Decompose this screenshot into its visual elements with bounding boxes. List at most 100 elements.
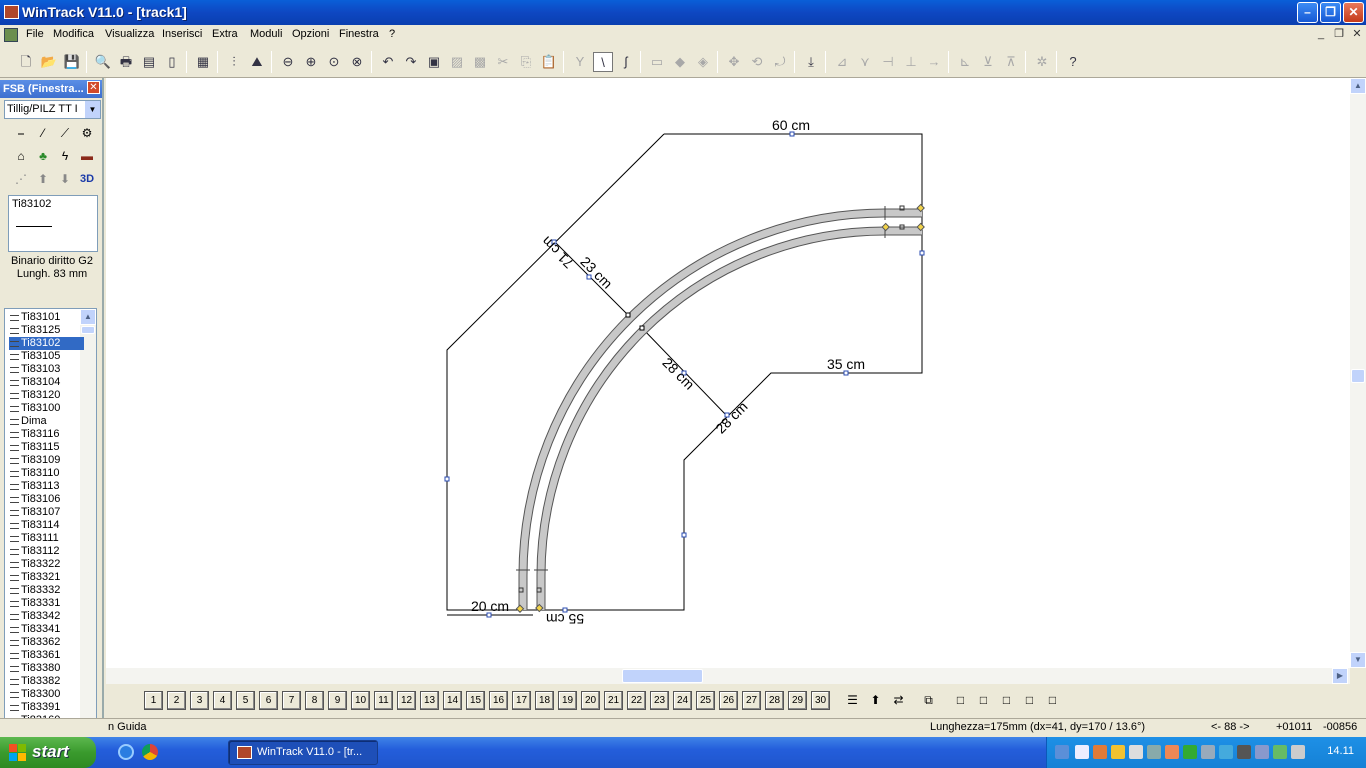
level-up-icon[interactable]: ⬆ [866,691,885,710]
level-button[interactable]: 13 [420,691,439,710]
list-item[interactable]: Ti83341 [9,623,84,636]
print-preview-icon[interactable]: 🔍 [93,52,113,72]
level-button[interactable]: 9 [328,691,347,710]
tray-app-icon[interactable] [1093,745,1107,759]
list-item[interactable]: Ti83101 [9,311,84,324]
level-button[interactable]: 4 [213,691,232,710]
vertical-scroll-thumb[interactable] [1351,369,1365,383]
list-item[interactable]: Ti83113 [9,480,84,493]
level-button[interactable]: 10 [351,691,370,710]
scroll-down-icon[interactable]: ▼ [1350,652,1366,668]
ungroup-icon[interactable]: ◆ [670,52,690,72]
list-item[interactable]: Ti83380 [9,662,84,675]
menu-extra[interactable]: Extra [212,28,238,40]
list-item[interactable]: Ti83114 [9,519,84,532]
rotate-icon[interactable]: ⟲ [747,52,767,72]
handle[interactable] [639,325,645,331]
electric-icon[interactable]: ϟ [55,146,75,166]
mdi-restore-button[interactable]: ❐ [1332,27,1346,41]
list-item[interactable]: Dima [9,415,84,428]
level-button[interactable]: 27 [742,691,761,710]
flex-track-icon[interactable]: \ [593,52,613,72]
label-icon[interactable]: ⊼ [1001,52,1021,72]
list-item[interactable]: Ti83120 [9,389,84,402]
list-item[interactable]: Ti83300 [9,688,84,701]
tray-sync-icon[interactable] [1219,745,1233,759]
view-3d-icon[interactable]: 3D [77,169,97,189]
record-icon[interactable]: ▣ [424,52,444,72]
menu-finestra[interactable]: Finestra [339,28,379,40]
level-button[interactable]: 11 [374,691,393,710]
level-button[interactable]: 8 [305,691,324,710]
document-icon[interactable] [4,28,18,42]
level-button[interactable]: 29 [788,691,807,710]
list-item[interactable]: Ti83342 [9,610,84,623]
panel-close-button[interactable]: ✕ [87,81,100,94]
layers-manager-icon[interactable]: ⧉ [919,691,938,710]
settings-icon[interactable]: ✲ [1032,52,1052,72]
list-item[interactable]: Ti83102 [9,337,84,350]
handle[interactable] [681,532,687,538]
view-5-icon[interactable]: □ [1043,691,1062,710]
list-item[interactable]: Ti83106 [9,493,84,506]
switch-tool-icon[interactable]: Y [570,52,590,72]
zoom-all-icon[interactable]: ⊗ [347,52,367,72]
level-button[interactable]: 7 [282,691,301,710]
tray-display-icon[interactable] [1147,745,1161,759]
level-button[interactable]: 25 [696,691,715,710]
level-button[interactable]: 28 [765,691,784,710]
building-icon[interactable]: ⌂ [11,146,31,166]
piece-list[interactable]: ▲ ▼ Ti83101Ti83125Ti83102Ti83105Ti83103T… [4,308,97,738]
handle[interactable] [444,476,450,482]
tray-volume-icon[interactable] [1291,745,1305,759]
layers-icon[interactable]: ▦ [193,52,213,72]
scroll-up-icon[interactable]: ▲ [1350,78,1366,94]
zoom-window-icon[interactable]: ⊙ [324,52,344,72]
view-3-icon[interactable]: □ [997,691,1016,710]
list-item[interactable]: Ti83112 [9,545,84,558]
copy-icon[interactable]: ⎘ [516,52,536,72]
level-button[interactable]: 15 [466,691,485,710]
level-button[interactable]: 17 [512,691,531,710]
menu-inserisci[interactable]: Inserisci [162,28,202,40]
zoom-out-icon[interactable]: ⊖ [278,52,298,72]
restore-button[interactable]: ❐ [1320,2,1341,23]
cut-icon[interactable]: ✂ [493,52,513,72]
open-icon[interactable]: 📂 [39,52,59,72]
ramp-down-icon[interactable]: ⬇ [55,169,75,189]
level-button[interactable]: 24 [673,691,692,710]
level-button[interactable]: 23 [650,691,669,710]
list-item[interactable]: Ti83109 [9,454,84,467]
menu-moduli[interactable]: Moduli [250,28,282,40]
level-button[interactable]: 6 [259,691,278,710]
mirror-icon[interactable]: ⋎ [855,52,875,72]
vertical-scrollbar[interactable]: ▲ ▼ [1350,78,1366,668]
menu-opzioni[interactable]: Opzioni [292,28,329,40]
level-switch-icon[interactable]: ⇄ [889,691,908,710]
list-item[interactable]: Ti83361 [9,649,84,662]
align-icon[interactable]: ⊿ [832,52,852,72]
save-icon[interactable]: 💾 [62,52,82,72]
chevron-down-icon[interactable]: ▼ [85,101,100,118]
horizontal-scroll-thumb[interactable] [622,669,703,683]
tray-power-icon[interactable] [1255,745,1269,759]
minimize-button[interactable]: – [1297,2,1318,23]
list-item[interactable]: Ti83331 [9,597,84,610]
print-icon[interactable]: 🖶 [116,52,136,72]
copy-block-icon[interactable]: ▨ [447,52,467,72]
list-item[interactable]: Ti83391 [9,701,84,714]
tray-monitor-icon[interactable] [1237,745,1251,759]
list-item[interactable]: Ti83332 [9,584,84,597]
tray-update-icon[interactable] [1165,745,1179,759]
level-button[interactable]: 3 [190,691,209,710]
tray-shield-icon[interactable] [1111,745,1125,759]
paste-icon[interactable]: 📋 [539,52,559,72]
join-icon[interactable]: ◈ [693,52,713,72]
handle[interactable] [625,312,631,318]
taskbar-item-wintrack[interactable]: WinTrack V11.0 - [tr... [228,740,378,765]
mdi-minimize-button[interactable]: _ [1314,27,1328,41]
list-item[interactable]: Ti83110 [9,467,84,480]
view-2-icon[interactable]: □ [974,691,993,710]
list-item[interactable]: Ti83382 [9,675,84,688]
bridge-icon[interactable]: ⋰ [11,169,31,189]
